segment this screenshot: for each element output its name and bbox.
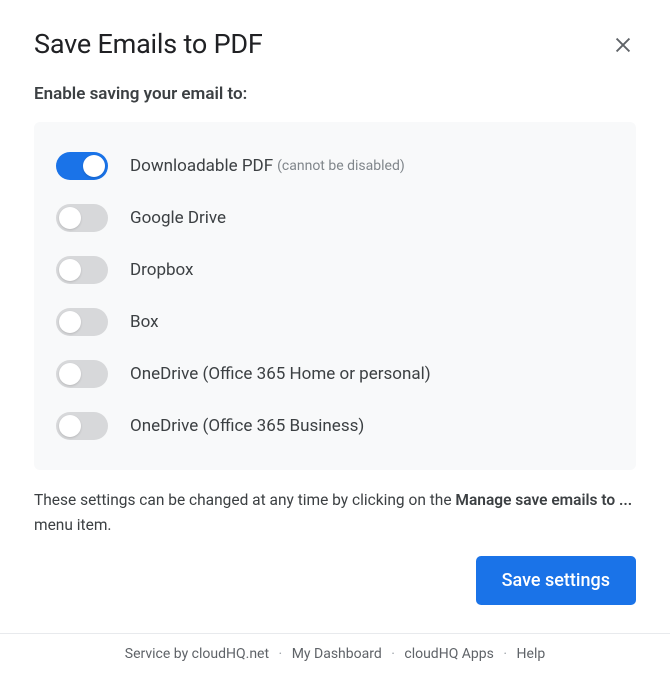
footer: Service by cloudHQ.net · My Dashboard · … bbox=[0, 633, 670, 674]
options-panel: Downloadable PDF (cannot be disabled) Go… bbox=[34, 122, 636, 470]
option-dropbox: Dropbox bbox=[56, 244, 614, 296]
info-text-pre: These settings can be changed at any tim… bbox=[34, 491, 455, 509]
dialog-actions: Save settings bbox=[34, 556, 636, 629]
footer-link-help[interactable]: Help bbox=[517, 646, 546, 662]
info-text-bold: Manage save emails to ... bbox=[455, 491, 632, 509]
option-google-drive: Google Drive bbox=[56, 192, 614, 244]
toggle-dropbox[interactable] bbox=[56, 256, 108, 284]
footer-link-dashboard[interactable]: My Dashboard bbox=[292, 646, 382, 662]
option-note: (cannot be disabled) bbox=[277, 158, 405, 174]
dialog-subtitle: Enable saving your email to: bbox=[34, 84, 636, 104]
toggle-downloadable-pdf[interactable] bbox=[56, 152, 108, 180]
footer-separator: · bbox=[503, 646, 507, 662]
option-label: Downloadable PDF bbox=[130, 156, 273, 176]
info-text-post: menu item. bbox=[34, 516, 112, 534]
toggle-onedrive-business[interactable] bbox=[56, 412, 108, 440]
footer-link-cloudhq[interactable]: cloudHQ.net bbox=[192, 646, 269, 662]
dialog-title: Save Emails to PDF bbox=[34, 28, 263, 60]
option-label: OneDrive (Office 365 Home or personal) bbox=[130, 364, 431, 384]
toggle-onedrive-home[interactable] bbox=[56, 360, 108, 388]
option-onedrive-home: OneDrive (Office 365 Home or personal) bbox=[56, 348, 614, 400]
option-box: Box bbox=[56, 296, 614, 348]
save-settings-button[interactable]: Save settings bbox=[476, 556, 636, 605]
footer-service-by: Service by bbox=[125, 646, 192, 662]
option-label: Dropbox bbox=[130, 260, 194, 280]
toggle-google-drive[interactable] bbox=[56, 204, 108, 232]
option-onedrive-business: OneDrive (Office 365 Business) bbox=[56, 400, 614, 452]
close-button[interactable] bbox=[610, 32, 636, 58]
footer-separator: · bbox=[279, 646, 283, 662]
dialog: Save Emails to PDF Enable saving your em… bbox=[0, 0, 670, 629]
option-label: Google Drive bbox=[130, 208, 226, 228]
footer-link-apps[interactable]: cloudHQ Apps bbox=[404, 646, 494, 662]
close-icon bbox=[612, 34, 634, 56]
dialog-header: Save Emails to PDF bbox=[34, 28, 636, 60]
info-text: These settings can be changed at any tim… bbox=[34, 488, 636, 538]
option-label: OneDrive (Office 365 Business) bbox=[130, 416, 364, 436]
option-label: Box bbox=[130, 312, 159, 332]
footer-separator: · bbox=[391, 646, 395, 662]
option-downloadable-pdf: Downloadable PDF (cannot be disabled) bbox=[56, 140, 614, 192]
toggle-box[interactable] bbox=[56, 308, 108, 336]
